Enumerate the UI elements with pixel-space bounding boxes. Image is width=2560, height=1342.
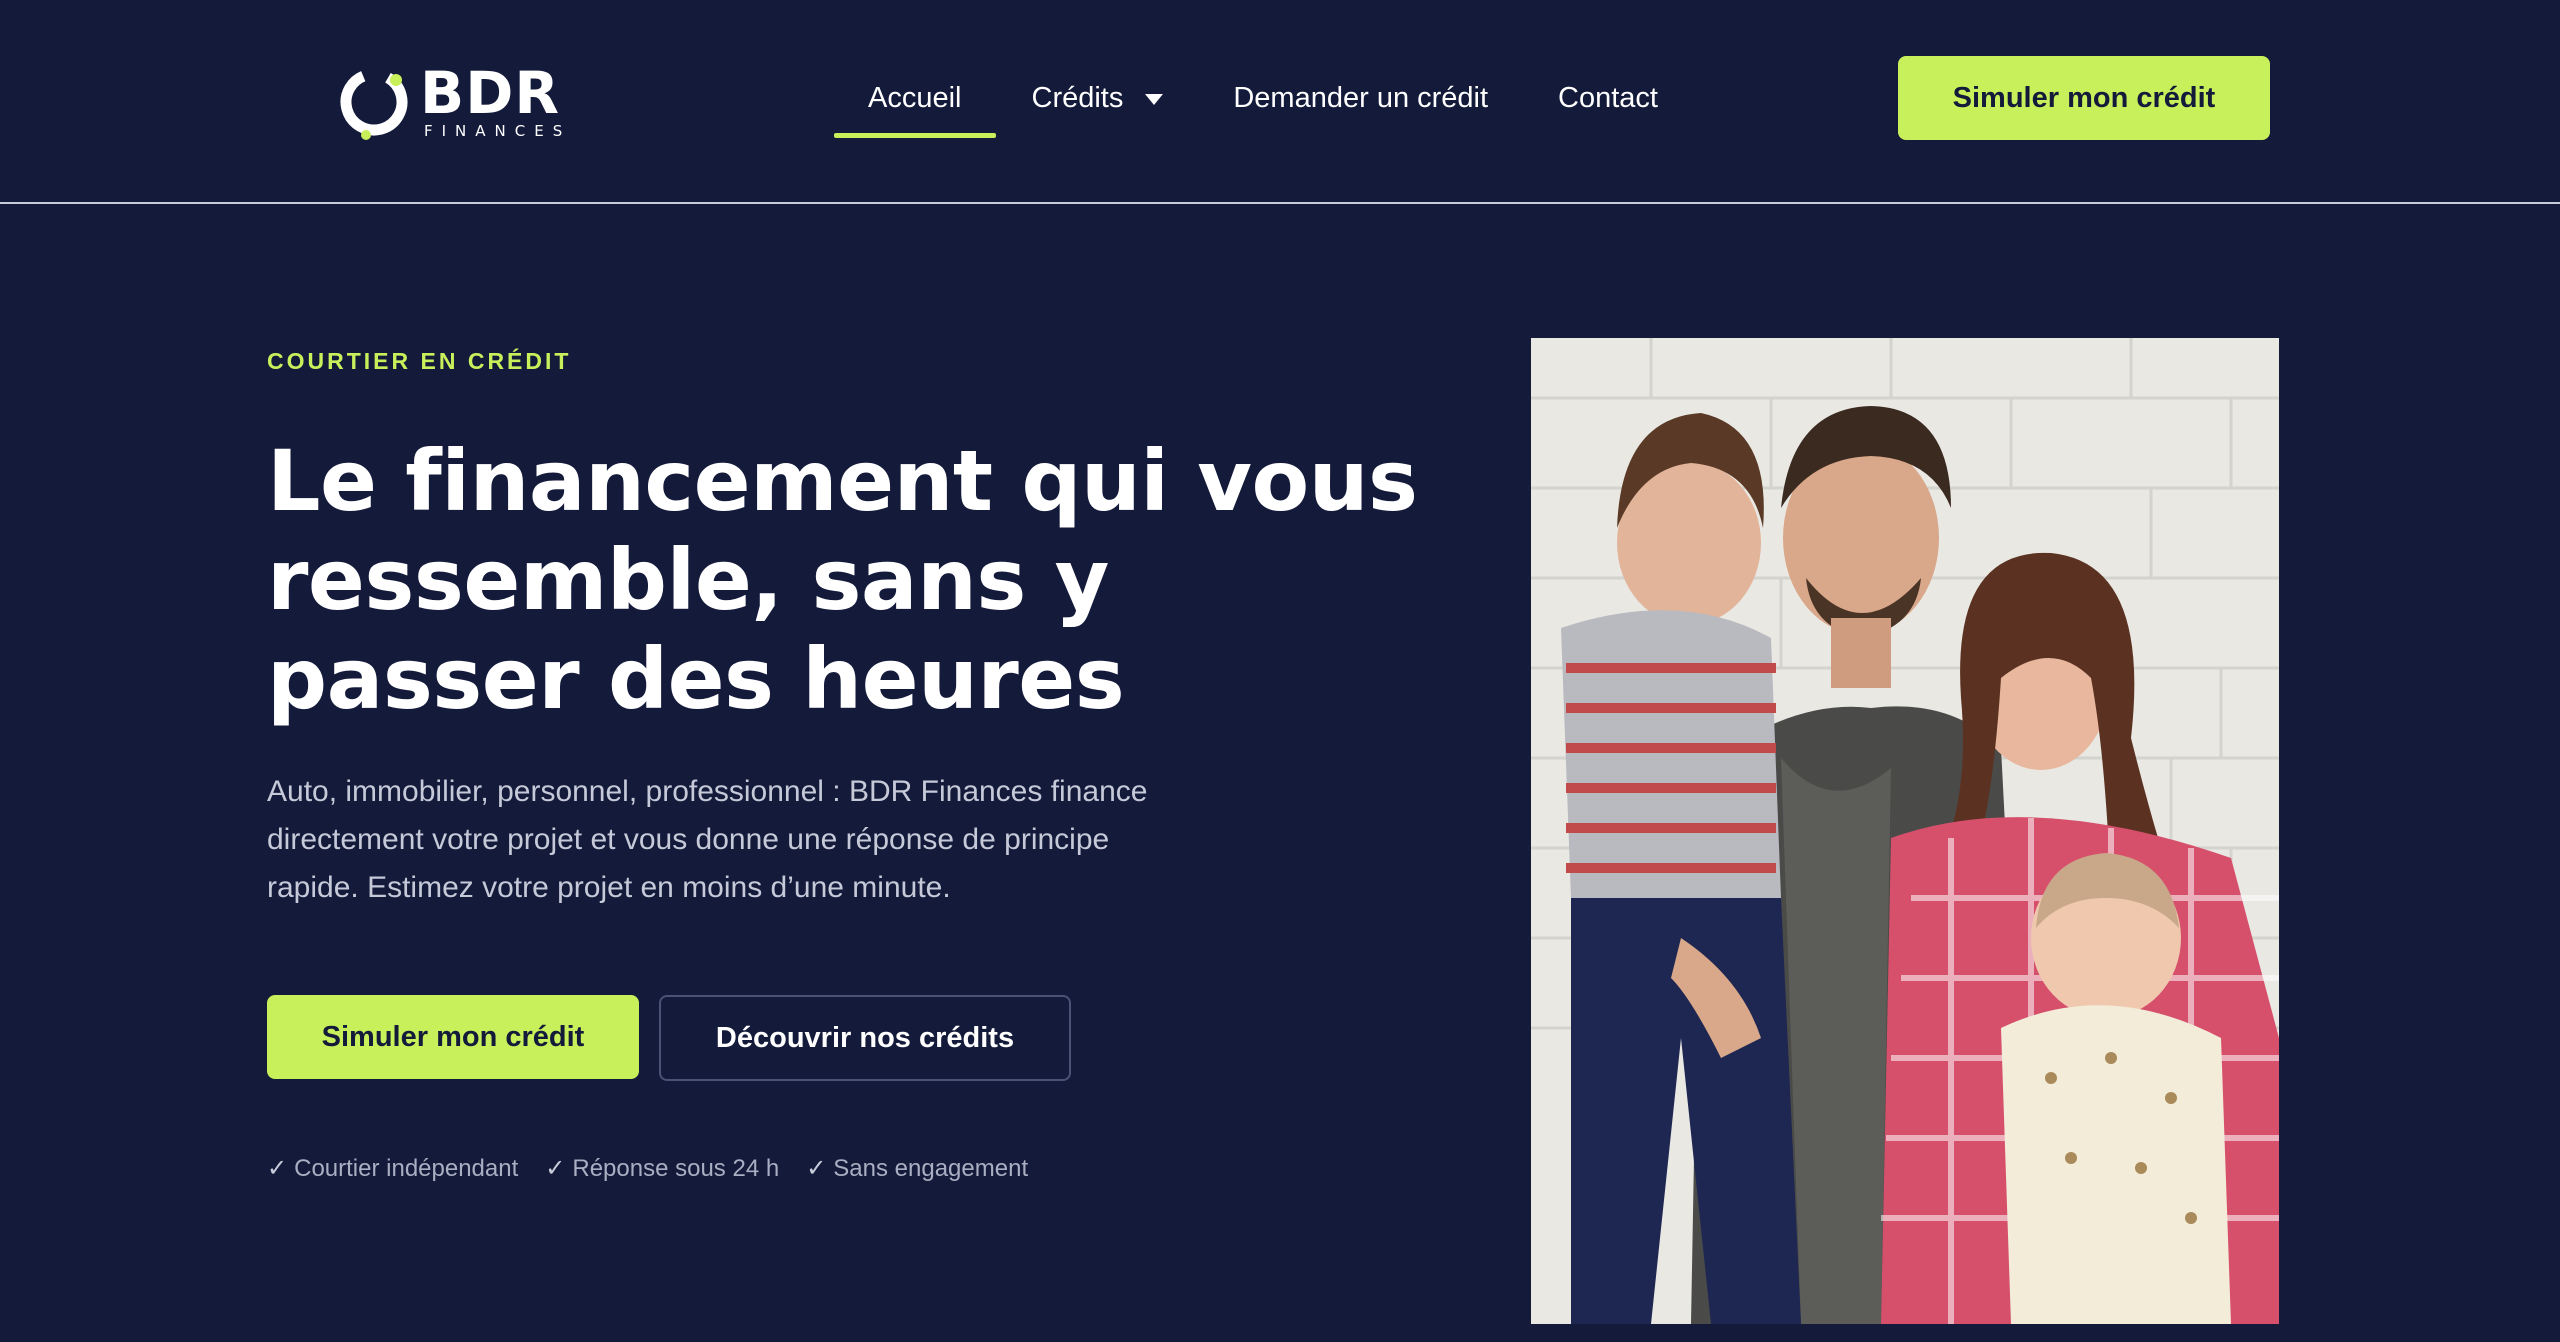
- trust-badges: ✓ Courtier indépendant ✓ Réponse sous 24…: [267, 1154, 1028, 1183]
- badge-label: Courtier indépendant: [294, 1154, 519, 1182]
- discover-credits-button[interactable]: Découvrir nos crédits: [659, 995, 1071, 1081]
- nav-item-label: Crédits: [1031, 81, 1124, 114]
- nav-item-contact[interactable]: Contact: [1558, 58, 1658, 138]
- badge-courtier: ✓ Courtier indépendant: [267, 1154, 518, 1183]
- page: BDR FINANCES Accueil Crédits Demander un…: [0, 0, 2560, 1342]
- site-header: BDR FINANCES Accueil Crédits Demander un…: [0, 0, 2560, 204]
- check-icon: ✓: [806, 1155, 827, 1182]
- hero-title: Le financement qui vous ressemble, sans …: [267, 432, 1418, 728]
- nav-item-label: Contact: [1558, 81, 1658, 114]
- main-nav: Accueil Crédits Demander un crédit Conta…: [834, 58, 1658, 138]
- check-icon: ✓: [545, 1155, 566, 1182]
- nav-item-credits[interactable]: Crédits: [1032, 58, 1164, 138]
- bdr-logo-mark-icon: [340, 68, 408, 140]
- nav-item-accueil[interactable]: Accueil: [834, 58, 996, 138]
- nav-item-label: Demander un crédit: [1233, 81, 1489, 114]
- nav-item-demander-un-credit[interactable]: Demander un crédit: [1233, 58, 1488, 138]
- header-simulate-button[interactable]: Simuler mon crédit: [1898, 56, 2270, 140]
- check-icon: ✓: [267, 1155, 288, 1182]
- hero-simulate-button[interactable]: Simuler mon crédit: [267, 995, 639, 1079]
- nav-item-label: Accueil: [868, 81, 962, 114]
- logo-word: BDR: [420, 58, 561, 127]
- chevron-down-icon: [1145, 93, 1164, 105]
- badge-reponse: ✓ Réponse sous 24 h: [545, 1154, 779, 1183]
- badge-label: Sans engagement: [833, 1154, 1029, 1182]
- bdr-finances-logo[interactable]: BDR FINANCES: [336, 58, 566, 144]
- logo-subtitle: FINANCES: [424, 121, 572, 140]
- family-photo: [1531, 338, 2279, 1324]
- badge-engagement: ✓ Sans engagement: [806, 1154, 1028, 1183]
- hero-description: Auto, immobilier, personnel, professionn…: [267, 775, 1148, 904]
- hero-eyebrow: COURTIER EN CRÉDIT: [267, 348, 572, 374]
- family-illustration: [1531, 338, 2279, 1324]
- badge-label: Réponse sous 24 h: [572, 1154, 780, 1182]
